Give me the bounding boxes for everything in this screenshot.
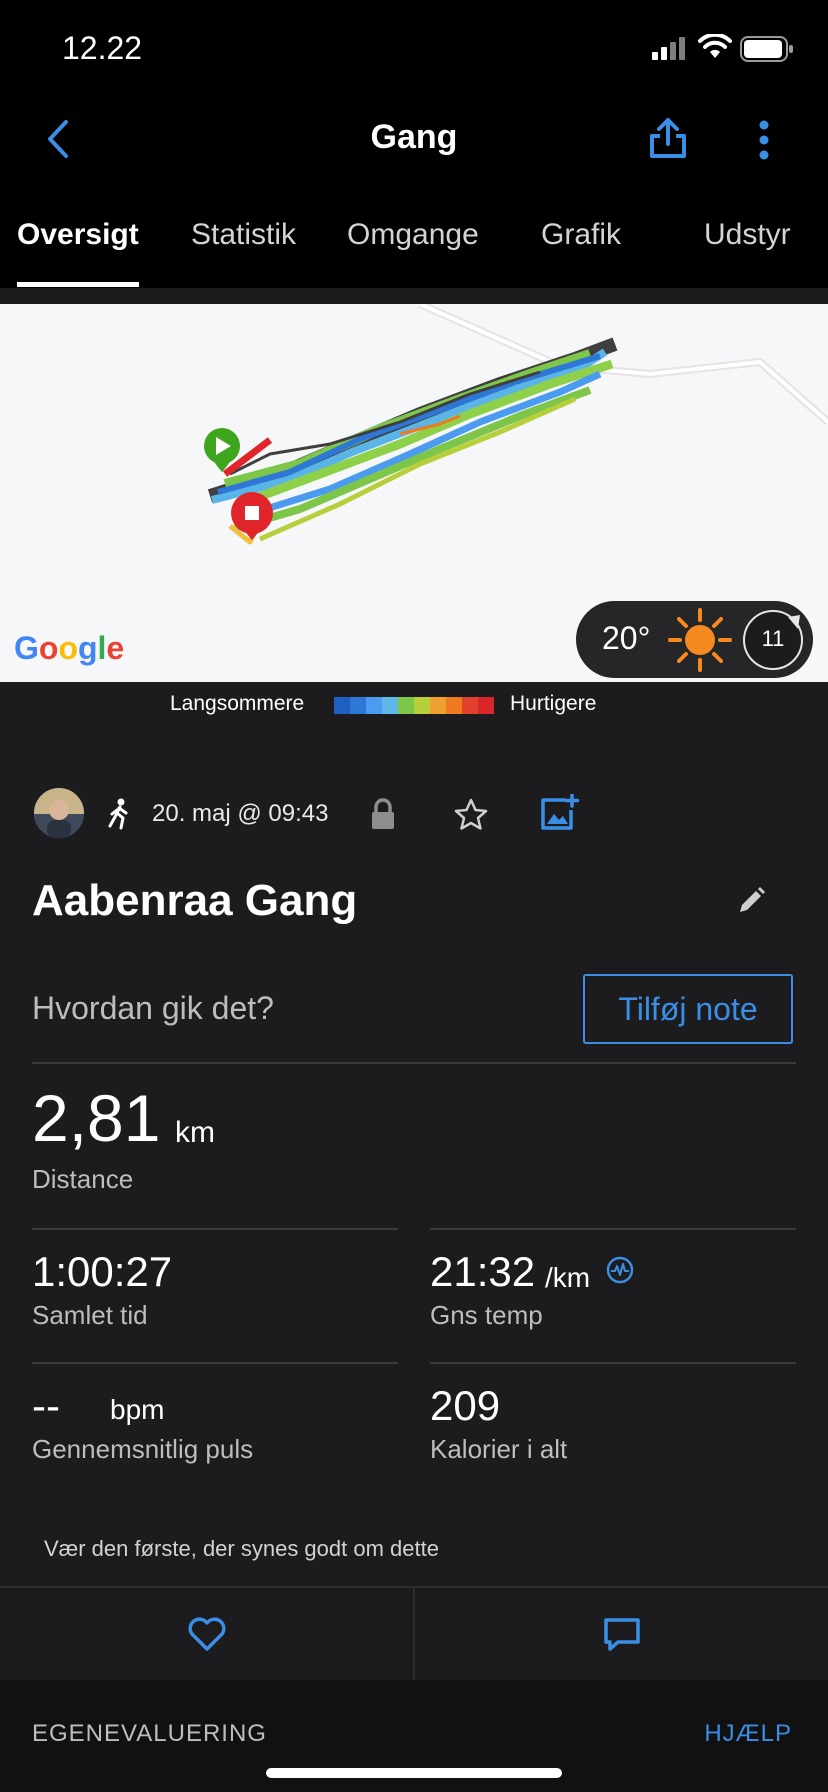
- add-photo-button[interactable]: [540, 793, 580, 837]
- avatar-image: [34, 788, 84, 838]
- distance-value: 2,81: [32, 1081, 161, 1155]
- legend-swatch: [462, 697, 478, 714]
- legend-swatch: [478, 697, 494, 714]
- heart-icon: [188, 1617, 225, 1651]
- total-time-value: 1:00:27: [32, 1248, 173, 1295]
- total-time-label: Samlet tid: [32, 1300, 148, 1330]
- likes-prompt: Vær den første, der synes godt om dette: [44, 1536, 439, 1561]
- star-icon: [454, 798, 488, 830]
- avg-hr-value: --: [32, 1382, 60, 1429]
- legend-fast-label: Hurtigere: [510, 692, 597, 715]
- legend-swatch: [398, 697, 414, 714]
- activity-date: 20. maj @ 09:43: [152, 800, 329, 827]
- legend-swatch: [366, 697, 382, 714]
- sun-icon: [668, 608, 732, 677]
- divider: [32, 1062, 796, 1064]
- divider: [430, 1362, 796, 1364]
- legend-swatch: [414, 697, 430, 714]
- pace-legend-bar: [334, 697, 494, 714]
- wind-indicator: 11: [742, 609, 804, 676]
- comment-icon: [603, 1618, 640, 1651]
- pace-pro-icon: [606, 1256, 634, 1284]
- tab-statistik[interactable]: Statistik: [191, 218, 296, 252]
- avg-hr-label: Gennemsnitlig puls: [32, 1434, 254, 1464]
- edit-title-button[interactable]: [736, 886, 766, 921]
- divider: [430, 1228, 796, 1230]
- like-button[interactable]: [0, 1588, 415, 1680]
- avatar[interactable]: [34, 788, 84, 838]
- tab-omgange[interactable]: Omgange: [347, 218, 479, 252]
- google-attribution-logo: Google: [14, 630, 125, 666]
- note-prompt: Hvordan gik det?: [32, 990, 274, 1026]
- legend-swatch: [446, 697, 462, 714]
- cellular-signal-icon: [652, 36, 688, 65]
- lock-icon: [372, 798, 394, 829]
- avg-pace-unit: /km: [545, 1262, 591, 1293]
- distance-label: Distance: [32, 1164, 134, 1194]
- legend-slow-label: Langsommere: [170, 692, 305, 715]
- tab-grafik[interactable]: Grafik: [541, 218, 621, 252]
- more-menu-button[interactable]: [752, 120, 776, 165]
- calories-label: Kalorier i alt: [430, 1434, 568, 1464]
- status-time: 12.22: [62, 30, 143, 66]
- wifi-icon: [698, 32, 732, 65]
- social-actions: [0, 1586, 828, 1682]
- avg-pace-value: 21:32: [430, 1248, 536, 1295]
- more-vertical-icon: [759, 120, 769, 160]
- share-button[interactable]: [648, 116, 688, 165]
- help-link[interactable]: HJÆLP: [704, 1720, 792, 1748]
- activity-title: Aabenraa Gang: [32, 876, 358, 925]
- legend-swatch: [430, 697, 446, 714]
- calories-value: 209: [430, 1382, 501, 1429]
- battery-icon: [740, 36, 794, 67]
- divider: [32, 1362, 398, 1364]
- pencil-icon: [740, 887, 765, 912]
- tab-udstyr[interactable]: Udstyr: [704, 218, 791, 252]
- tab-oversigt[interactable]: Oversigt: [17, 218, 139, 252]
- self-evaluation-heading: EGENEVALUERING: [32, 1720, 267, 1747]
- home-indicator[interactable]: [266, 1768, 562, 1778]
- avg-hr-unit: bpm: [110, 1394, 165, 1425]
- avg-pace-label: Gns temp: [430, 1300, 543, 1330]
- pace-info-button[interactable]: [606, 1256, 634, 1289]
- add-note-button[interactable]: Tilføj note: [583, 974, 793, 1044]
- favorite-button[interactable]: [454, 798, 488, 835]
- add-image-icon: [541, 793, 580, 830]
- weather-temperature: 20°: [602, 620, 651, 656]
- divider: [32, 1228, 398, 1230]
- legend-swatch: [334, 697, 350, 714]
- share-icon: [650, 118, 686, 158]
- distance-unit: km: [175, 1116, 215, 1149]
- legend-swatch: [382, 697, 398, 714]
- privacy-lock-button[interactable]: [370, 798, 396, 835]
- wind-speed: 11: [761, 626, 785, 651]
- comment-button[interactable]: [415, 1588, 828, 1680]
- page-title: Gang: [370, 118, 458, 156]
- walking-icon: [106, 798, 132, 835]
- legend-swatch: [350, 697, 366, 714]
- active-tab-indicator: [17, 282, 139, 287]
